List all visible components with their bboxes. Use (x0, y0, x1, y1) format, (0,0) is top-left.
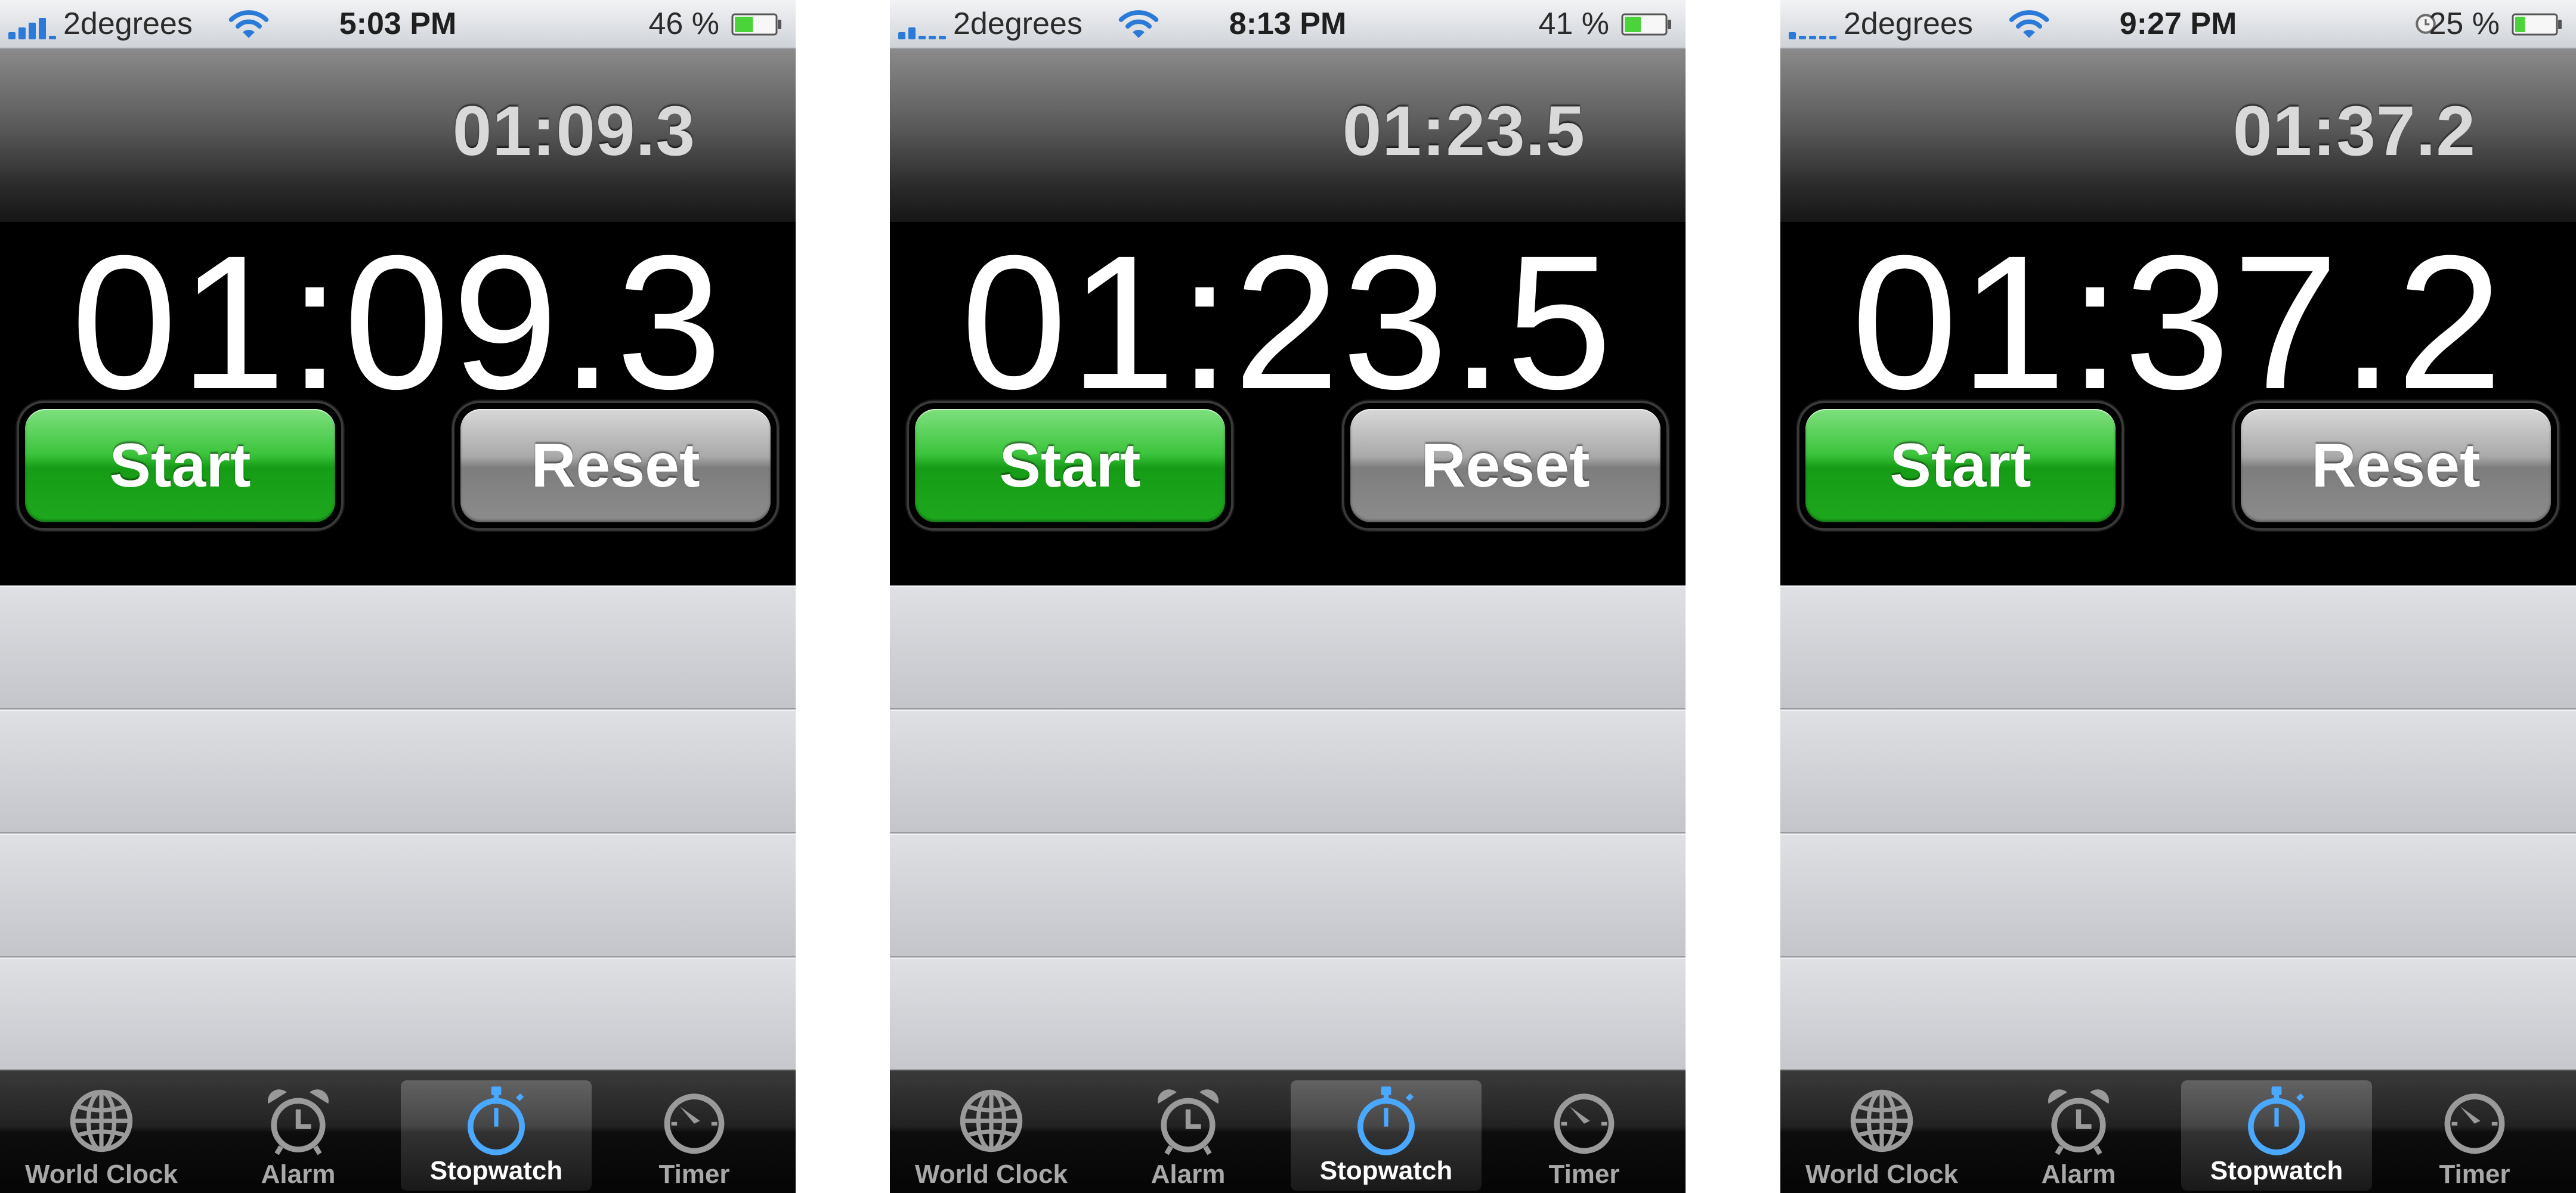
tab-label: Alarm (261, 1160, 336, 1189)
lap-row (1780, 585, 2576, 709)
start-button[interactable]: Start (1805, 409, 2116, 522)
stopwatch-display: 01:37.2 01:37.2 Start Reset (1780, 49, 2576, 585)
lap-row (1780, 958, 2576, 1082)
timer-icon (1548, 1085, 1620, 1157)
lap-time-band: 01:37.2 (1780, 49, 2576, 222)
elapsed-time: 01:23.5 (961, 215, 1615, 429)
tab-bar: World Clock Alarm Stopwatch Timer (0, 1070, 796, 1193)
tab-world-clock[interactable]: World Clock (6, 1071, 197, 1193)
tab-label: World Clock (1805, 1160, 1958, 1189)
lap-row (0, 833, 796, 958)
start-button-well: Start (1797, 401, 2124, 531)
stopwatch-icon (2241, 1085, 2312, 1157)
reset-button-well: Reset (452, 401, 779, 531)
battery-percentage: 41 % (1538, 7, 1609, 41)
laps-list[interactable] (0, 585, 796, 1082)
start-button[interactable]: Start (25, 409, 335, 522)
timer-icon (658, 1085, 730, 1157)
reset-button[interactable]: Reset (460, 409, 771, 522)
stopwatch-icon (460, 1085, 532, 1157)
tab-stopwatch[interactable]: Stopwatch (401, 1080, 592, 1191)
battery-icon (731, 13, 781, 36)
reset-button-well: Reset (1342, 401, 1669, 531)
lap-time-band: 01:09.3 (0, 49, 796, 222)
tab-label: Stopwatch (429, 1156, 563, 1185)
tab-world-clock[interactable]: World Clock (896, 1071, 1087, 1193)
start-button-well: Start (907, 401, 1233, 531)
elapsed-time: 01:37.2 (1851, 215, 2505, 429)
reset-button-well: Reset (2232, 401, 2559, 531)
laps-list[interactable] (890, 585, 1686, 1082)
lap-row (890, 958, 1686, 1082)
lap-time-band: 01:23.5 (890, 49, 1686, 222)
status-bar: 2degrees 8:13 PM 41 % (890, 0, 1686, 49)
timer-icon (2439, 1085, 2510, 1157)
tab-bar: World Clock Alarm Stopwatch Timer (890, 1070, 1686, 1193)
laps-list[interactable] (1780, 585, 2576, 1082)
lap-row (1780, 833, 2576, 958)
start-button-well: Start (17, 401, 344, 531)
current-lap-time: 01:37.2 (2232, 92, 2476, 171)
stopwatch-icon (1350, 1085, 1422, 1157)
tab-stopwatch[interactable]: Stopwatch (2181, 1080, 2372, 1191)
lap-row (0, 958, 796, 1082)
stopwatch-display: 01:23.5 01:23.5 Start Reset (890, 49, 1686, 585)
phone-screen-1: 2degrees 5:03 PM 46 % 01:09.3 01:09.3 St… (0, 0, 796, 1193)
lap-row (0, 709, 796, 833)
current-lap-time: 01:23.5 (1342, 92, 1585, 171)
tab-alarm[interactable]: Alarm (203, 1071, 394, 1193)
tab-timer[interactable]: Timer (599, 1071, 790, 1193)
tab-label: World Clock (915, 1160, 1068, 1189)
alarm-clock-icon (1152, 1085, 1224, 1157)
phone-screen-3: 2degrees 9:27 PM 25 % 01:37.2 01:37.2 St… (1780, 0, 2576, 1193)
tab-label: Alarm (2041, 1160, 2116, 1189)
globe-icon (66, 1085, 137, 1157)
tab-label: Timer (2439, 1160, 2510, 1189)
tab-timer[interactable]: Timer (2379, 1071, 2570, 1193)
battery-percentage: 25 % (2429, 7, 2500, 41)
tab-label: Timer (1548, 1160, 1620, 1189)
battery-icon (2512, 13, 2562, 36)
tab-label: Alarm (1151, 1160, 1226, 1189)
tab-stopwatch[interactable]: Stopwatch (1291, 1080, 1482, 1191)
lap-row (890, 585, 1686, 709)
tab-alarm[interactable]: Alarm (1983, 1071, 2174, 1193)
tab-bar: World Clock Alarm Stopwatch Timer (1780, 1070, 2576, 1193)
tab-label: Stopwatch (2210, 1156, 2343, 1185)
tab-alarm[interactable]: Alarm (1093, 1071, 1284, 1193)
lap-row (0, 585, 796, 709)
tab-label: World Clock (25, 1160, 178, 1189)
battery-percentage: 46 % (648, 7, 719, 41)
stopwatch-display: 01:09.3 01:09.3 Start Reset (0, 49, 796, 585)
status-bar: 2degrees 9:27 PM 25 % (1780, 0, 2576, 49)
battery-icon (1621, 13, 1671, 36)
globe-icon (955, 1085, 1027, 1157)
elapsed-time: 01:09.3 (71, 215, 725, 429)
globe-icon (1846, 1085, 1918, 1157)
reset-button[interactable]: Reset (1350, 409, 1660, 522)
phone-screen-2: 2degrees 8:13 PM 41 % 01:23.5 01:23.5 St… (890, 0, 1686, 1193)
status-bar: 2degrees 5:03 PM 46 % (0, 0, 796, 49)
tab-world-clock[interactable]: World Clock (1786, 1071, 1977, 1193)
alarm-clock-icon (2043, 1085, 2114, 1157)
current-lap-time: 01:09.3 (452, 92, 695, 171)
alarm-clock-icon (262, 1085, 334, 1157)
tab-label: Timer (658, 1160, 730, 1189)
tab-label: Stopwatch (1319, 1156, 1453, 1185)
lap-row (890, 709, 1686, 833)
lap-row (890, 833, 1686, 958)
lap-row (1780, 709, 2576, 833)
tab-timer[interactable]: Timer (1489, 1071, 1680, 1193)
reset-button[interactable]: Reset (2241, 409, 2551, 522)
start-button[interactable]: Start (915, 409, 1225, 522)
